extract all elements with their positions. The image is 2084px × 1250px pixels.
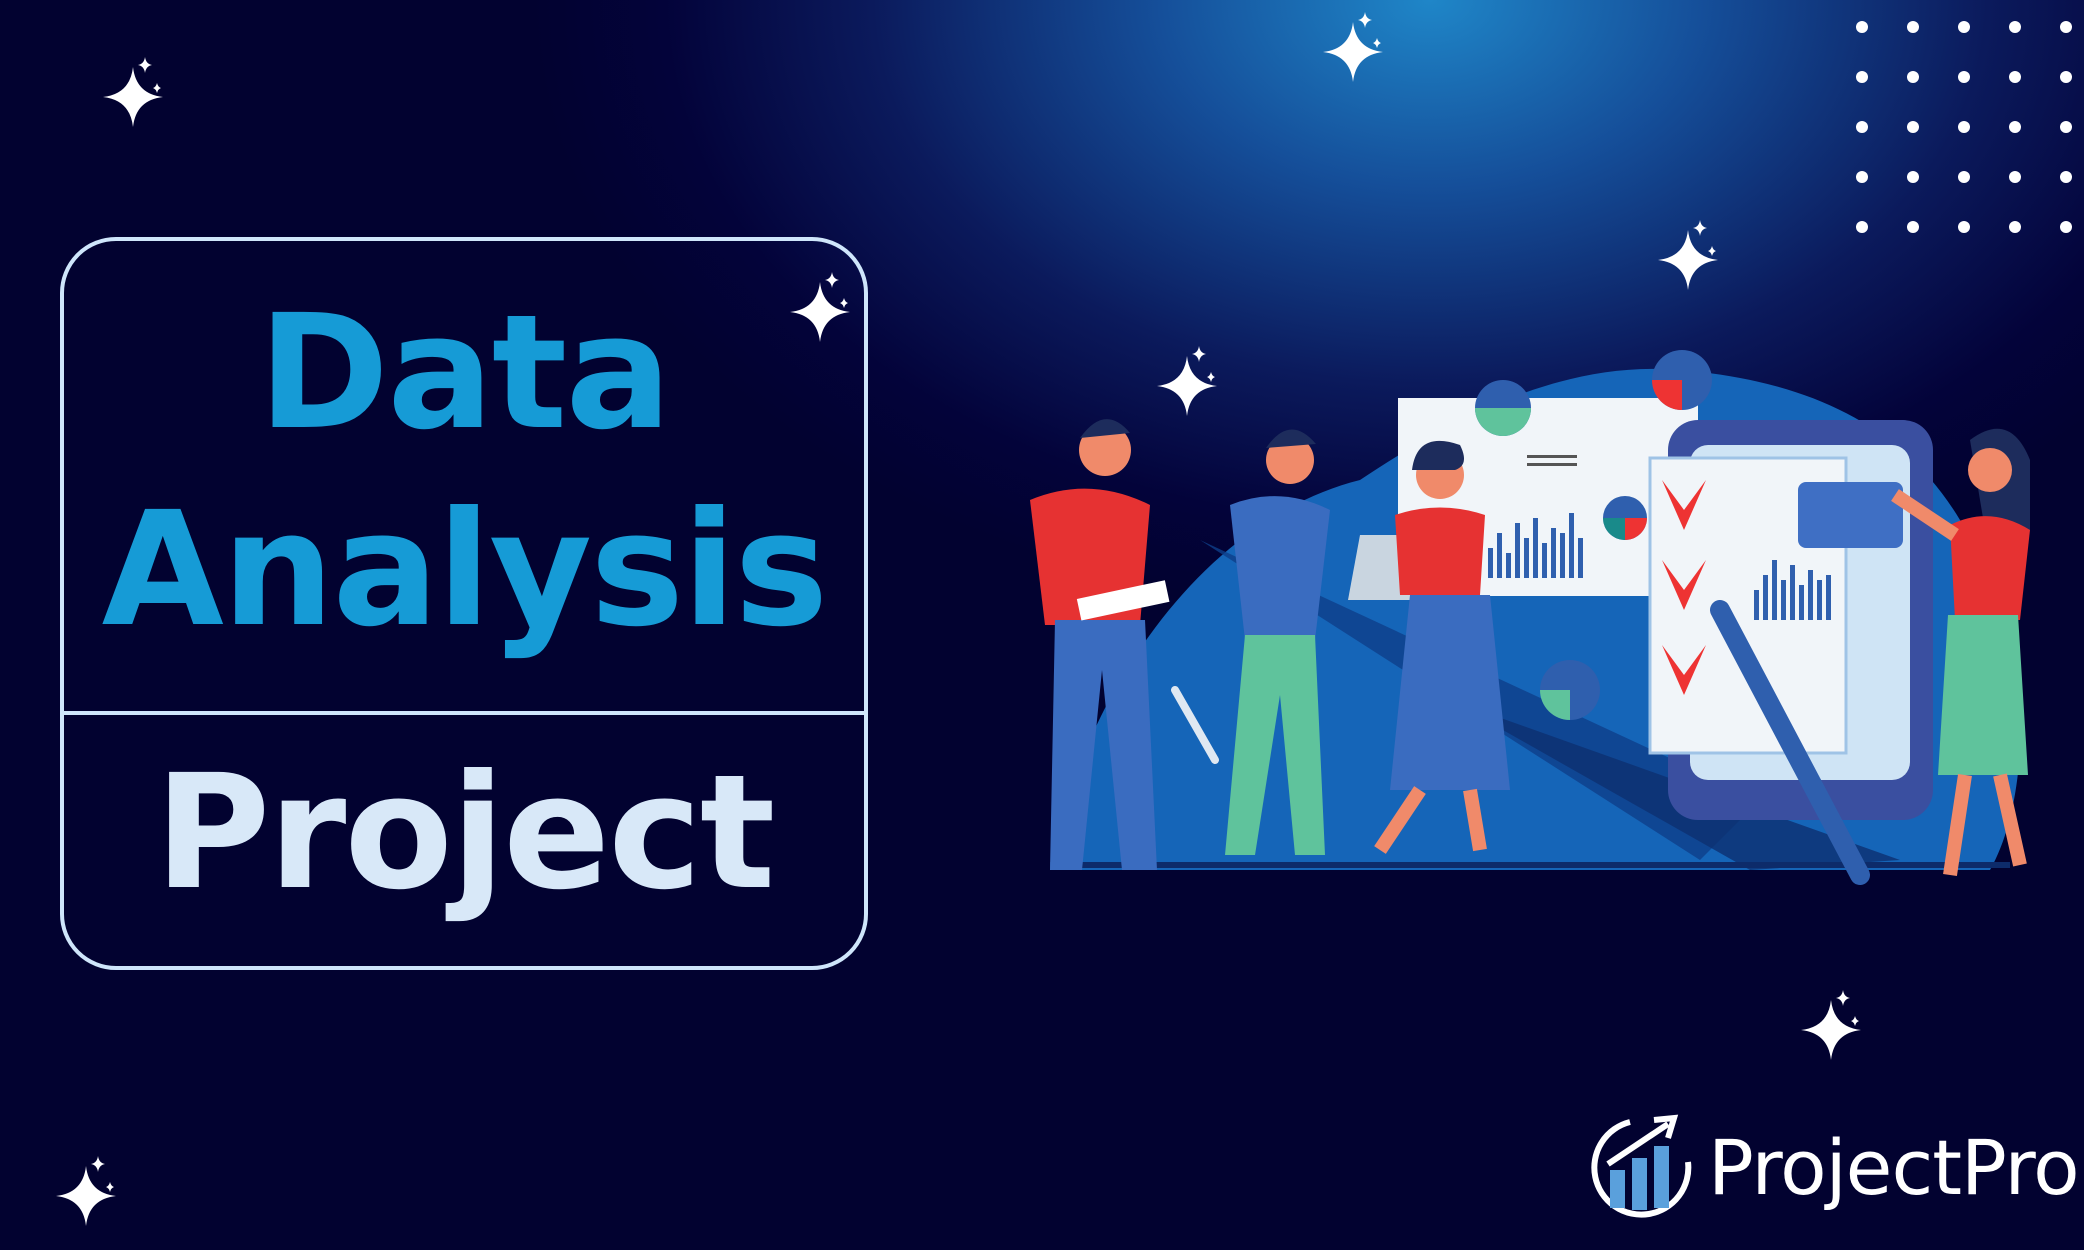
grid-dot xyxy=(2060,71,2072,83)
grid-dot xyxy=(1856,121,1868,133)
mini-bar xyxy=(1578,538,1583,578)
grid-dot xyxy=(1907,21,1919,33)
mini-bar xyxy=(1772,560,1777,620)
grid-dot xyxy=(1856,71,1868,83)
sparkle-icon xyxy=(103,57,163,127)
grid-dot xyxy=(2060,171,2072,183)
mini-bar xyxy=(1515,523,1520,578)
mini-bar xyxy=(1763,575,1768,620)
mini-bar xyxy=(1754,590,1759,620)
grid-dot xyxy=(1907,121,1919,133)
mini-bar xyxy=(1560,533,1565,578)
mini-bar xyxy=(1533,518,1538,578)
mini-bar xyxy=(1488,548,1493,578)
grid-dot xyxy=(2009,21,2021,33)
grid-dot xyxy=(1958,171,1970,183)
mini-bar xyxy=(1826,575,1831,620)
grid-dot xyxy=(1958,221,1970,233)
mini-bar xyxy=(1781,580,1786,620)
brand-logo[interactable]: ProjectPro xyxy=(1588,1112,2080,1222)
sparkle-icon xyxy=(56,1156,116,1226)
title-frame: Data Analysis Project xyxy=(60,237,868,970)
rising-bar-chart-logo-icon xyxy=(1591,1114,1692,1218)
sparkle-icon xyxy=(1801,990,1861,1060)
grid-dot xyxy=(2009,221,2021,233)
title-line-analysis: Analysis xyxy=(101,478,829,662)
mini-bar xyxy=(1506,553,1511,578)
grid-dot xyxy=(2009,171,2021,183)
mini-bar xyxy=(1808,570,1813,620)
mini-bar xyxy=(1817,580,1822,620)
brand-name: ProjectPro xyxy=(1708,1122,2080,1212)
mini-bar xyxy=(1799,585,1804,620)
grid-dot xyxy=(2009,121,2021,133)
mini-bar xyxy=(1497,533,1502,578)
title-divider xyxy=(64,711,864,715)
grid-dot xyxy=(1907,171,1919,183)
phone-dashboard xyxy=(1648,420,1933,885)
mini-bar xyxy=(1542,543,1547,578)
title-line-data: Data xyxy=(258,281,672,465)
grid-dot xyxy=(1856,171,1868,183)
mini-bar xyxy=(1524,538,1529,578)
mini-bar xyxy=(1790,565,1795,620)
grid-dot xyxy=(1907,71,1919,83)
title-line-project: Project xyxy=(154,741,776,925)
grid-dot xyxy=(1958,71,1970,83)
grid-dot xyxy=(1958,21,1970,33)
mini-bar xyxy=(1551,528,1556,578)
grid-dot xyxy=(2060,21,2072,33)
grid-dot xyxy=(2060,121,2072,133)
grid-dot xyxy=(2060,221,2072,233)
grid-dot xyxy=(2009,71,2021,83)
grid-dot xyxy=(1856,21,1868,33)
mini-bar xyxy=(1569,513,1574,578)
data-team-illustration xyxy=(1030,350,2030,885)
sparkle-icon xyxy=(1323,12,1383,82)
sparkle-icon xyxy=(1658,220,1718,290)
grid-dot xyxy=(1856,221,1868,233)
sparkle-icon xyxy=(1157,346,1217,416)
dot-grid xyxy=(1856,21,2072,233)
grid-dot xyxy=(1907,221,1919,233)
grid-dot xyxy=(1958,121,1970,133)
